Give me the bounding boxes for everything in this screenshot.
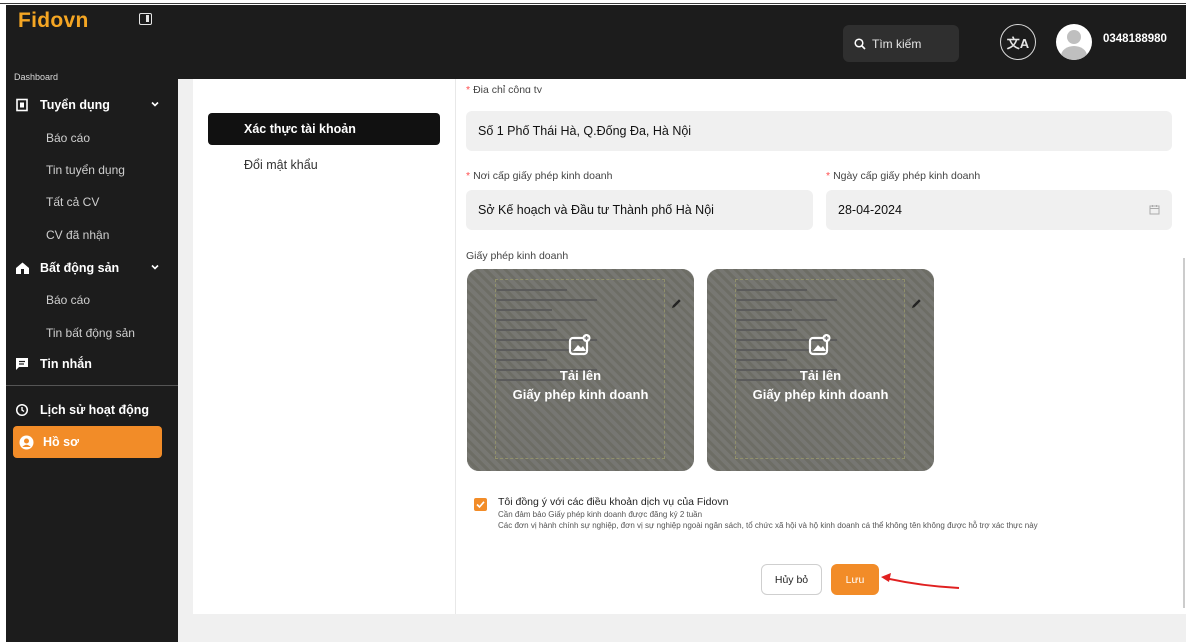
message-icon: [14, 356, 30, 372]
terms-note-2: Các đơn vị hành chính sự nghiệp, đơn vị …: [498, 521, 1038, 530]
sidebar-item-bao-cao-bds[interactable]: Báo cáo: [46, 293, 90, 307]
date-picker-field[interactable]: 28-04-2024: [826, 190, 1172, 230]
sidebar-item-label: Hồ sơ: [43, 435, 79, 449]
translate-icon[interactable]: 文A: [1000, 24, 1036, 60]
sidebar-group-label: Bất động sản: [40, 261, 120, 275]
user-circle-icon: [18, 434, 34, 450]
save-button[interactable]: Lưu: [831, 564, 879, 595]
history-icon: [14, 402, 30, 418]
upload-title: Tải lên: [799, 368, 842, 383]
sidebar-toggle-icon[interactable]: [139, 13, 152, 25]
date-value: 28-04-2024: [838, 203, 902, 217]
terms-checkbox[interactable]: [474, 498, 487, 511]
chevron-down-icon[interactable]: [150, 99, 160, 109]
avatar[interactable]: [1056, 24, 1092, 60]
badge-icon: [14, 97, 30, 113]
user-phone[interactable]: 0348188980: [1103, 33, 1167, 45]
terms-label[interactable]: Tôi đồng ý với các điều khoản dịch vụ củ…: [498, 496, 728, 508]
chevron-down-icon[interactable]: [150, 262, 160, 272]
sidebar-item-tin-bat-dong-san[interactable]: Tin bất động sản: [46, 326, 135, 340]
upload-subtitle: Giấy phép kinh doanh: [512, 387, 649, 402]
issuer-label: * Nơi cấp giấy phép kinh doanh: [466, 170, 613, 182]
image-add-icon: [568, 334, 591, 356]
sidebar-group-tuyen-dung[interactable]: Tuyển dụng: [14, 93, 164, 117]
sidebar-item-tat-ca-cv[interactable]: Tất cả CV: [46, 195, 99, 209]
menu-item-xac-thuc-tai-khoan[interactable]: Xác thực tài khoản: [208, 113, 440, 145]
sidebar-item-label: Lịch sử hoạt động: [40, 403, 150, 417]
terms-note-1: Cần đảm bảo Giấy phép kinh doanh được đă…: [498, 510, 703, 519]
image-add-icon: [808, 334, 831, 356]
license-upload-1[interactable]: Tải lên Giấy phép kinh doanh: [467, 269, 694, 471]
sidebar-group-label: Tuyển dụng: [40, 98, 110, 112]
menu-item-doi-mat-khau[interactable]: Đổi mật khẩu: [244, 158, 318, 172]
company-address-field[interactable]: Số 1 Phố Thái Hà, Q.Đống Đa, Hà Nội: [466, 111, 1172, 151]
required-marker: *: [466, 84, 471, 93]
cancel-button[interactable]: Hủy bỏ: [761, 564, 822, 595]
avatar-head: [1067, 30, 1081, 44]
avatar-body: [1061, 46, 1087, 60]
sidebar-item-label: Tin nhắn: [40, 357, 92, 371]
edit-pencil-icon[interactable]: [671, 298, 682, 309]
sidebar-item-cv-da-nhan[interactable]: CV đã nhận: [46, 228, 109, 242]
issuer-field[interactable]: Sở Kế hoạch và Đầu tư Thành phố Hà Nội: [466, 190, 813, 230]
license-label: Giấy phép kinh doanh: [466, 250, 569, 262]
card-divider: [455, 79, 456, 614]
red-arrow-annotation: [881, 573, 960, 589]
window-top-border: [0, 0, 1186, 4]
sidebar-item-lich-su[interactable]: Lịch sử hoạt động: [14, 398, 164, 422]
address-label: * Địa chỉ công ty: [466, 84, 542, 93]
sidebar-item-tin-nhan[interactable]: Tin nhắn: [14, 352, 164, 376]
upload-subtitle: Giấy phép kinh doanh: [752, 387, 889, 402]
fidovn-logo[interactable]: Fidovn: [18, 9, 89, 33]
required-marker: *: [826, 170, 831, 182]
search-box[interactable]: Tìm kiếm: [843, 25, 959, 62]
dashboard-label: Dashboard: [14, 72, 59, 82]
sidebar-item-tin-tuyen-dung[interactable]: Tin tuyển dụng: [46, 163, 125, 177]
edit-pencil-icon[interactable]: [911, 298, 922, 309]
calendar-icon[interactable]: [1149, 204, 1160, 215]
sidebar-item-ho-so[interactable]: Hồ sơ: [13, 426, 162, 458]
search-placeholder: Tìm kiếm: [872, 36, 922, 51]
license-upload-2[interactable]: Tải lên Giấy phép kinh doanh: [707, 269, 934, 471]
upload-title: Tải lên: [559, 368, 602, 383]
check-icon: [476, 501, 485, 509]
house-icon: [14, 260, 30, 276]
sidebar-divider: [6, 385, 184, 386]
search-icon: [854, 37, 866, 50]
required-marker: *: [466, 170, 471, 182]
date-label: * Ngày cấp giấy phép kinh doanh: [826, 170, 981, 182]
sidebar-group-bat-dong-san[interactable]: Bất động sản: [14, 256, 164, 280]
sidebar-item-bao-cao[interactable]: Báo cáo: [46, 131, 90, 145]
scrollbar[interactable]: [1183, 258, 1185, 608]
